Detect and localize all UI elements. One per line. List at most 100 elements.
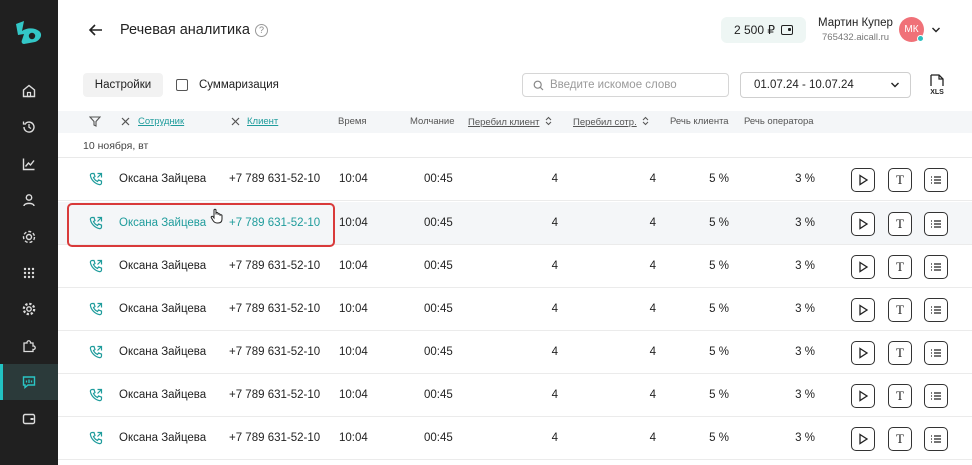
operator-speech-percent: 3 % [795,432,815,444]
sidebar-item-speech-analytics[interactable] [0,364,58,400]
transcript-button[interactable]: T [888,168,912,192]
logo-icon[interactable] [10,14,46,50]
sidebar-item-billing[interactable] [0,401,58,437]
client-phone[interactable]: +7 789 631-52-10 [229,389,320,401]
table-row[interactable]: Оксана Зайцева +7 789 631-52-10 10:04 00:45… [58,158,972,201]
sidebar-item-settings[interactable] [0,291,58,327]
summary-list-button[interactable] [924,212,948,236]
table-row[interactable]: Оксана Зайцева +7 789 631-52-10 10:04 00:45… [58,374,972,417]
balance-badge[interactable]: 2 500 ₽ [721,17,806,43]
play-button[interactable] [851,212,875,236]
history-icon [22,121,35,133]
summary-list-button[interactable] [924,427,948,451]
table-row[interactable]: Оксана Зайцева +7 789 631-52-10 10:04 00:45… [58,288,972,331]
summary-checkbox[interactable] [176,79,188,91]
silence-duration: 00:45 [424,389,453,401]
employee-name[interactable]: Оксана Зайцева [119,389,206,401]
play-button[interactable] [851,255,875,279]
client-speech-percent: 5 % [709,173,729,185]
operator-speech-percent: 3 % [795,303,815,315]
page-title: Речевая аналитика [120,22,250,38]
transcript-button[interactable]: T [888,298,912,322]
table-row[interactable]: Оксана Зайцева +7 789 631-52-10 10:04 00:45… [58,331,972,374]
table-row[interactable]: Оксана Зайцева +7 789 631-52-10 10:04 00:45… [58,245,972,288]
settings-button[interactable]: Настройки [83,73,163,97]
column-client[interactable]: Клиент [247,116,278,127]
hand-cursor-icon [210,208,223,224]
employee-name[interactable]: Оксана Зайцева [119,346,206,358]
list-icon [931,263,941,271]
silence-duration: 00:45 [424,432,453,444]
list-icon [931,176,941,184]
clear-client-filter-icon[interactable] [231,117,240,126]
summary-list-button[interactable] [924,255,948,279]
play-button[interactable] [851,298,875,322]
transcript-button[interactable]: T [888,212,912,236]
operator-speech-percent: 3 % [795,346,815,358]
phone-call-icon [89,259,103,273]
play-icon [859,261,869,273]
sidebar-item-statistics[interactable] [0,146,58,182]
client-phone[interactable]: +7 789 631-52-10 [229,173,320,185]
play-button[interactable] [851,341,875,365]
xls-export-icon[interactable]: XLS [928,74,946,96]
transcript-button[interactable]: T [888,384,912,408]
sidebar-item-history[interactable] [0,109,58,145]
employee-name[interactable]: Оксана Зайцева [119,260,206,272]
summary-list-button[interactable] [924,298,948,322]
employee-name[interactable]: Оксана Зайцева [119,173,206,185]
sidebar-item-profile[interactable] [0,182,58,218]
client-speech-percent: 5 % [709,346,729,358]
transcript-button[interactable]: T [888,341,912,365]
call-time: 10:04 [339,217,368,229]
help-icon[interactable]: ? [255,24,268,37]
date-range-select[interactable]: 01.07.24 - 10.07.24 [740,72,911,98]
employee-name[interactable]: Оксана Зайцева [119,303,206,315]
play-button[interactable] [851,427,875,451]
summary-checkbox-label[interactable]: Суммаризация [199,79,279,91]
play-button[interactable] [851,384,875,408]
employee-interrupt-count: 4 [649,260,656,272]
text-icon: T [896,431,904,446]
transcript-button[interactable]: T [888,255,912,279]
client-phone[interactable]: +7 789 631-52-10 [229,346,320,358]
column-employee[interactable]: Сотрудник [138,116,184,127]
filter-icon[interactable] [89,116,101,127]
play-button[interactable] [851,168,875,192]
summary-list-button[interactable] [924,168,948,192]
summary-list-button[interactable] [924,384,948,408]
sidebar-item-extensions[interactable] [0,328,58,364]
column-silence: Молчание [410,116,455,127]
employee-interrupt-count: 4 [649,217,656,229]
table-row[interactable]: Оксана Зайцева +7 789 631-52-10 10:04 00:45… [58,417,972,460]
user-name[interactable]: Мартин Купер [818,17,893,29]
client-phone[interactable]: +7 789 631-52-10 [229,303,320,315]
client-phone[interactable]: +7 789 631-52-10 [229,260,320,272]
column-client-interrupt[interactable]: Перебил клиент [468,116,552,128]
operator-speech-percent: 3 % [795,173,815,185]
back-arrow-icon[interactable] [86,20,106,40]
column-employee-interrupt[interactable]: Перебил сотр. [573,116,649,128]
employee-name[interactable]: Оксана Зайцева [119,432,206,444]
chart-icon [22,158,35,171]
highlight-box [67,203,335,247]
date-group-label: 10 ноября, вт [83,140,149,152]
transcript-button[interactable]: T [888,427,912,451]
chevron-down-icon[interactable] [931,25,941,35]
search-input[interactable] [550,79,720,91]
client-phone[interactable]: +7 789 631-52-10 [229,432,320,444]
search-box[interactable] [522,73,729,97]
column-client-interrupt-label: Перебил клиент [468,117,540,128]
online-status-dot [917,35,924,42]
client-speech-percent: 5 % [709,432,729,444]
sidebar [0,0,58,465]
wallet-icon [22,413,36,425]
list-icon [931,220,941,228]
sidebar-item-integrations[interactable] [0,219,58,255]
clear-employee-filter-icon[interactable] [121,117,130,126]
sidebar-item-home[interactable] [0,73,58,109]
summary-list-button[interactable] [924,341,948,365]
sidebar-item-apps[interactable] [0,255,58,291]
client-interrupt-count: 4 [551,346,558,358]
integration-icon [22,230,36,244]
